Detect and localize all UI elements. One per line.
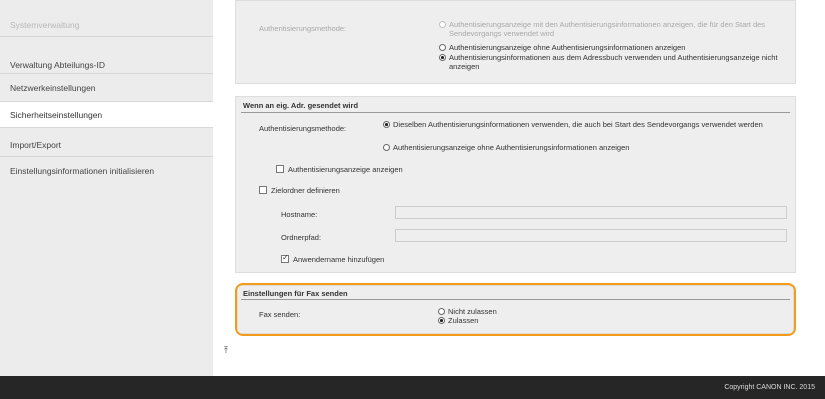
auth-option-radio[interactable] (439, 44, 446, 51)
define-dest-folder-checkbox[interactable] (259, 186, 267, 194)
sidebar-item-initialize-settings[interactable]: Einstellungsinformationen initialisieren (0, 166, 170, 176)
auth-method-label: Authentisierungsmethode: (259, 24, 347, 33)
folder-path-input[interactable] (395, 229, 787, 242)
footer: Copyright CANON INC. 2015 (213, 376, 825, 399)
sidebar: Systemverwaltung Verwaltung Abteilungs-I… (0, 0, 213, 376)
auth-option-label: Authentisierungsanzeige mit den Authenti… (449, 20, 766, 38)
collapse-top-icon[interactable]: ⤒ (224, 345, 228, 356)
sidebar-item-department-id[interactable]: Verwaltung Abteilungs-ID (0, 60, 213, 70)
auth-method-label: Authentisierungsmethode: (259, 124, 347, 133)
sidebar-item-label: Verwaltung Abteilungs-ID (10, 60, 105, 70)
auth-option-label: Authentisierungsanzeige ohne Authentisie… (393, 143, 630, 152)
sidebar-item-security-settings[interactable]: Sicherheitseinstellungen (0, 101, 213, 128)
auth-option-radio[interactable] (383, 144, 390, 151)
sidebar-item-label: Sicherheitseinstellungen (10, 110, 103, 120)
footer-left (0, 376, 213, 399)
show-auth-screen-checkbox[interactable] (276, 165, 284, 173)
copyright-text: Copyright CANON INC. 2015 (724, 384, 815, 391)
auth-method-panel (235, 0, 796, 84)
show-auth-screen-label: Authentisierungsanzeige anzeigen (288, 165, 403, 174)
divider (0, 156, 213, 157)
define-dest-folder-label: Zielordner definieren (271, 186, 340, 195)
add-username-label: Anwendername hinzufügen (293, 255, 385, 264)
auth-option-radio-selected[interactable] (439, 54, 446, 61)
auth-option-label: Dieselben Authentisierungsinformationen … (393, 120, 763, 129)
auth-option-label: Authentisierungsanzeige ohne Authentisie… (449, 43, 686, 52)
divider (241, 112, 790, 113)
divider (0, 73, 213, 74)
auth-option-radio[interactable] (439, 21, 446, 28)
sidebar-item-label: Import/Export (10, 140, 62, 150)
sidebar-item-label: Netzwerkeinstellungen (10, 83, 96, 93)
hostname-label: Hostname: (281, 210, 318, 219)
sidebar-item-network-settings[interactable]: Netzwerkeinstellungen (0, 83, 213, 93)
sidebar-item-system-management[interactable]: Systemverwaltung (0, 20, 213, 30)
divider (0, 36, 213, 37)
sidebar-item-import-export[interactable]: Import/Export (0, 140, 213, 150)
sidebar-item-label: Einstellungsinformationen initialisieren (10, 166, 155, 176)
section-heading: Wenn an eig. Adr. gesendet wird (243, 101, 359, 110)
sidebar-item-label: Systemverwaltung (10, 20, 80, 30)
main-content: Authentisierungsmethode: Authentisierung… (213, 0, 825, 376)
auth-option-label: Authentisierungsinformationen aus dem Ad… (449, 53, 778, 71)
folder-path-label: Ordnerpfad: (281, 233, 322, 242)
auth-option-radio-selected[interactable] (383, 121, 390, 128)
highlight-frame (235, 283, 796, 336)
add-username-checkbox[interactable] (281, 253, 289, 263)
hostname-input[interactable] (395, 206, 787, 219)
